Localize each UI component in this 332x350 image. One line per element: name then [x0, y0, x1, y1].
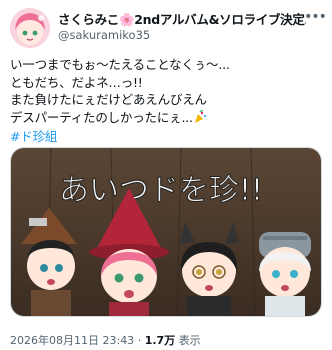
more-options-icon[interactable]: ••• [304, 8, 327, 26]
tweet-media-image[interactable]: あいつドを珍!! [10, 147, 322, 317]
tweet-timestamp[interactable]: 2026年08月11日 23:43 [10, 334, 134, 347]
tweet-meta: 2026年08月11日 23:43 · 1.7万 表示 [10, 332, 201, 348]
author-avatar[interactable] [10, 8, 50, 48]
author-handle[interactable]: @sakuramiko35 [58, 28, 150, 42]
author-display-name[interactable]: さくらみこ🌸2ndアルバム&ソロライブ決定… [58, 9, 306, 28]
tweet-line-text: ともだち、だよネ…っ!! [10, 74, 143, 90]
views-label: 表示 [178, 334, 201, 347]
hashtag-link[interactable]: #ド珍組 [10, 128, 322, 146]
tweet-line-text: デスパーティたのしかったにぇ... [10, 109, 193, 125]
tweet[interactable]: さくらみこ🌸2ndアルバム&ソロライブ決定… @sakuramiko35 •••… [0, 0, 332, 350]
views-count: 1.7万 [144, 334, 176, 347]
tweet-line: ともだち、だよネ…っ!! [10, 74, 322, 92]
tweet-line: また負けたにぇだけどあえんびえん [10, 92, 207, 107]
media-caption: あいつドを珍!! [59, 173, 263, 208]
tweet-text: い一つまでもぉ〜たえることなくぅ〜... ともだち、だよネ…っ!! また負けたに… [10, 56, 322, 146]
character-white-fox [259, 232, 311, 316]
party-popper-icon [193, 109, 207, 129]
author-name-row[interactable]: さくらみこ🌸2ndアルバム&ソロライブ決定… [58, 9, 306, 28]
tweet-line: デスパーティたのしかったにぇ... [10, 109, 322, 129]
meta-separator: · [137, 334, 142, 347]
tweet-line: い一つまでもぉ〜たえることなくぅ〜... [10, 57, 230, 72]
